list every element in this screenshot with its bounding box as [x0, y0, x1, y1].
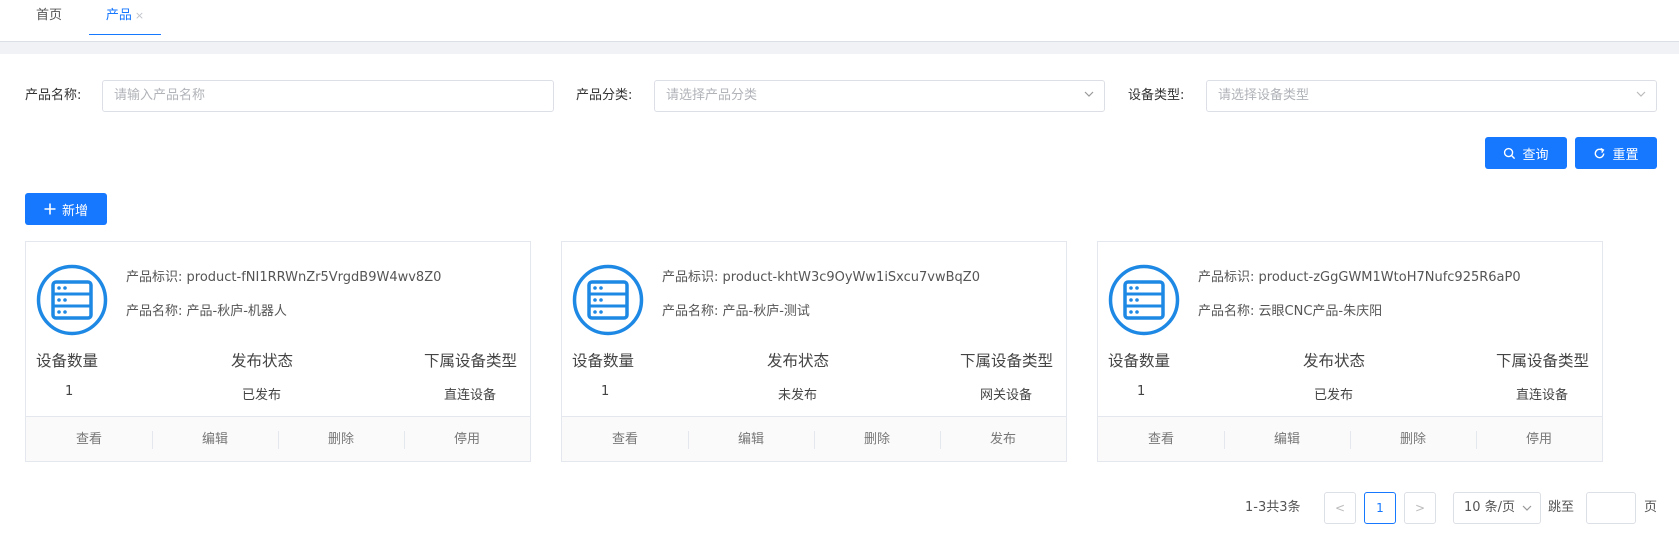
- category-select[interactable]: 请选择产品分类: [654, 80, 1105, 112]
- publish-status-header: 发布状态: [231, 352, 294, 370]
- device-type-select[interactable]: 请选择设备类型: [1206, 80, 1657, 112]
- add-button[interactable]: 新增: [25, 193, 107, 225]
- delete-button[interactable]: 删除: [1350, 417, 1476, 461]
- device-count-value: 1: [1137, 384, 1146, 399]
- chevron-down-icon: [1084, 91, 1094, 97]
- tab-product[interactable]: 产品 ×: [89, 0, 161, 35]
- reset-button-label: 重置: [1612, 147, 1639, 163]
- page-suffix-label: 页: [1644, 500, 1658, 515]
- tab-home[interactable]: 首页: [20, 0, 78, 35]
- device-count-header: 设备数量: [1108, 352, 1171, 370]
- server-icon: [1108, 264, 1180, 336]
- product-name: 产品名称: 产品-秋庐-测试: [662, 304, 810, 319]
- disable-button[interactable]: 停用: [1476, 417, 1602, 461]
- publish-button[interactable]: 发布: [940, 417, 1066, 461]
- page-size-value: 10 条/页: [1464, 500, 1516, 515]
- product-name-input[interactable]: 请输入产品名称: [102, 80, 554, 112]
- device-count-value: 1: [601, 384, 610, 399]
- sub-device-type-header: 下属设备类型: [1496, 352, 1590, 370]
- product-name: 产品名称: 云眼CNC产品-朱庆阳: [1198, 304, 1383, 319]
- publish-status-header: 发布状态: [767, 352, 830, 370]
- product-card: 产品标识: product-fNI1RRWnZr5VrgdB9W4wv8Z0 产…: [25, 241, 531, 462]
- card-actions: 查看 编辑 删除 停用: [26, 416, 530, 461]
- page-size-select[interactable]: 10 条/页: [1453, 492, 1541, 524]
- pagination-total: 1-3共3条: [1245, 500, 1301, 515]
- tab-bar: 首页 产品 ×: [0, 0, 1679, 42]
- sub-device-type-header: 下属设备类型: [960, 352, 1054, 370]
- search-icon: [1504, 147, 1516, 159]
- chevron-down-icon: [1636, 91, 1646, 97]
- publish-status-value: 未发布: [778, 388, 818, 403]
- tab-product-label: 产品: [105, 8, 132, 23]
- tab-close-icon[interactable]: ×: [135, 9, 144, 22]
- card-actions: 查看 编辑 删除 发布: [562, 416, 1066, 461]
- publish-status-value: 已发布: [1314, 388, 1354, 403]
- product-name-placeholder: 请输入产品名称: [114, 88, 206, 103]
- device-count-header: 设备数量: [572, 352, 635, 370]
- publish-status-header: 发布状态: [1303, 352, 1366, 370]
- product-card: 产品标识: product-zGgGWM1WtoH7Nufc925R6aP0 产…: [1097, 241, 1603, 462]
- edit-button[interactable]: 编辑: [152, 417, 278, 461]
- publish-status-value: 已发布: [242, 388, 282, 403]
- server-icon: [36, 264, 108, 336]
- view-button[interactable]: 查看: [562, 417, 688, 461]
- refresh-icon: [1595, 147, 1605, 158]
- disable-button[interactable]: 停用: [404, 417, 530, 461]
- jump-label: 跳至: [1548, 500, 1575, 515]
- reset-button[interactable]: 重置: [1575, 137, 1657, 169]
- sub-device-type-value: 直连设备: [1516, 388, 1569, 403]
- product-id: 产品标识: product-khtW3c9OyWw1iSxcu7vwBqZ0: [662, 270, 980, 285]
- jump-page-input[interactable]: [1586, 492, 1636, 524]
- product-card: 产品标识: product-khtW3c9OyWw1iSxcu7vwBqZ0 产…: [561, 241, 1067, 462]
- sub-device-type-value: 网关设备: [980, 388, 1033, 403]
- search-button-label: 查询: [1522, 147, 1549, 163]
- device-count-header: 设备数量: [36, 352, 99, 370]
- product-id: 产品标识: product-zGgGWM1WtoH7Nufc925R6aP0: [1198, 270, 1521, 285]
- delete-button[interactable]: 删除: [278, 417, 404, 461]
- device-count-value: 1: [65, 384, 74, 399]
- product-name-label: 产品名称:: [25, 88, 82, 103]
- content-separator: [0, 42, 1679, 54]
- device-type-label: 设备类型:: [1128, 88, 1185, 103]
- category-label: 产品分类:: [576, 88, 633, 103]
- prev-page-button[interactable]: <: [1324, 492, 1356, 524]
- chevron-down-icon: [1522, 505, 1532, 511]
- view-button[interactable]: 查看: [26, 417, 152, 461]
- next-page-button[interactable]: >: [1404, 492, 1436, 524]
- device-type-placeholder: 请选择设备类型: [1218, 88, 1310, 103]
- edit-button[interactable]: 编辑: [1224, 417, 1350, 461]
- delete-button[interactable]: 删除: [814, 417, 940, 461]
- add-button-label: 新增: [61, 203, 88, 219]
- product-id: 产品标识: product-fNI1RRWnZr5VrgdB9W4wv8Z0: [126, 270, 442, 285]
- server-icon: [572, 264, 644, 336]
- card-actions: 查看 编辑 删除 停用: [1098, 416, 1602, 461]
- product-name: 产品名称: 产品-秋庐-机器人: [126, 304, 287, 319]
- chevron-right-icon: >: [1414, 501, 1426, 515]
- page-1-button[interactable]: 1: [1364, 492, 1396, 524]
- search-button[interactable]: 查询: [1485, 137, 1567, 169]
- sub-device-type-header: 下属设备类型: [424, 352, 518, 370]
- chevron-left-icon: <: [1334, 501, 1346, 515]
- view-button[interactable]: 查看: [1098, 417, 1224, 461]
- sub-device-type-value: 直连设备: [444, 388, 497, 403]
- plus-icon: [44, 203, 56, 215]
- edit-button[interactable]: 编辑: [688, 417, 814, 461]
- category-placeholder: 请选择产品分类: [666, 88, 758, 103]
